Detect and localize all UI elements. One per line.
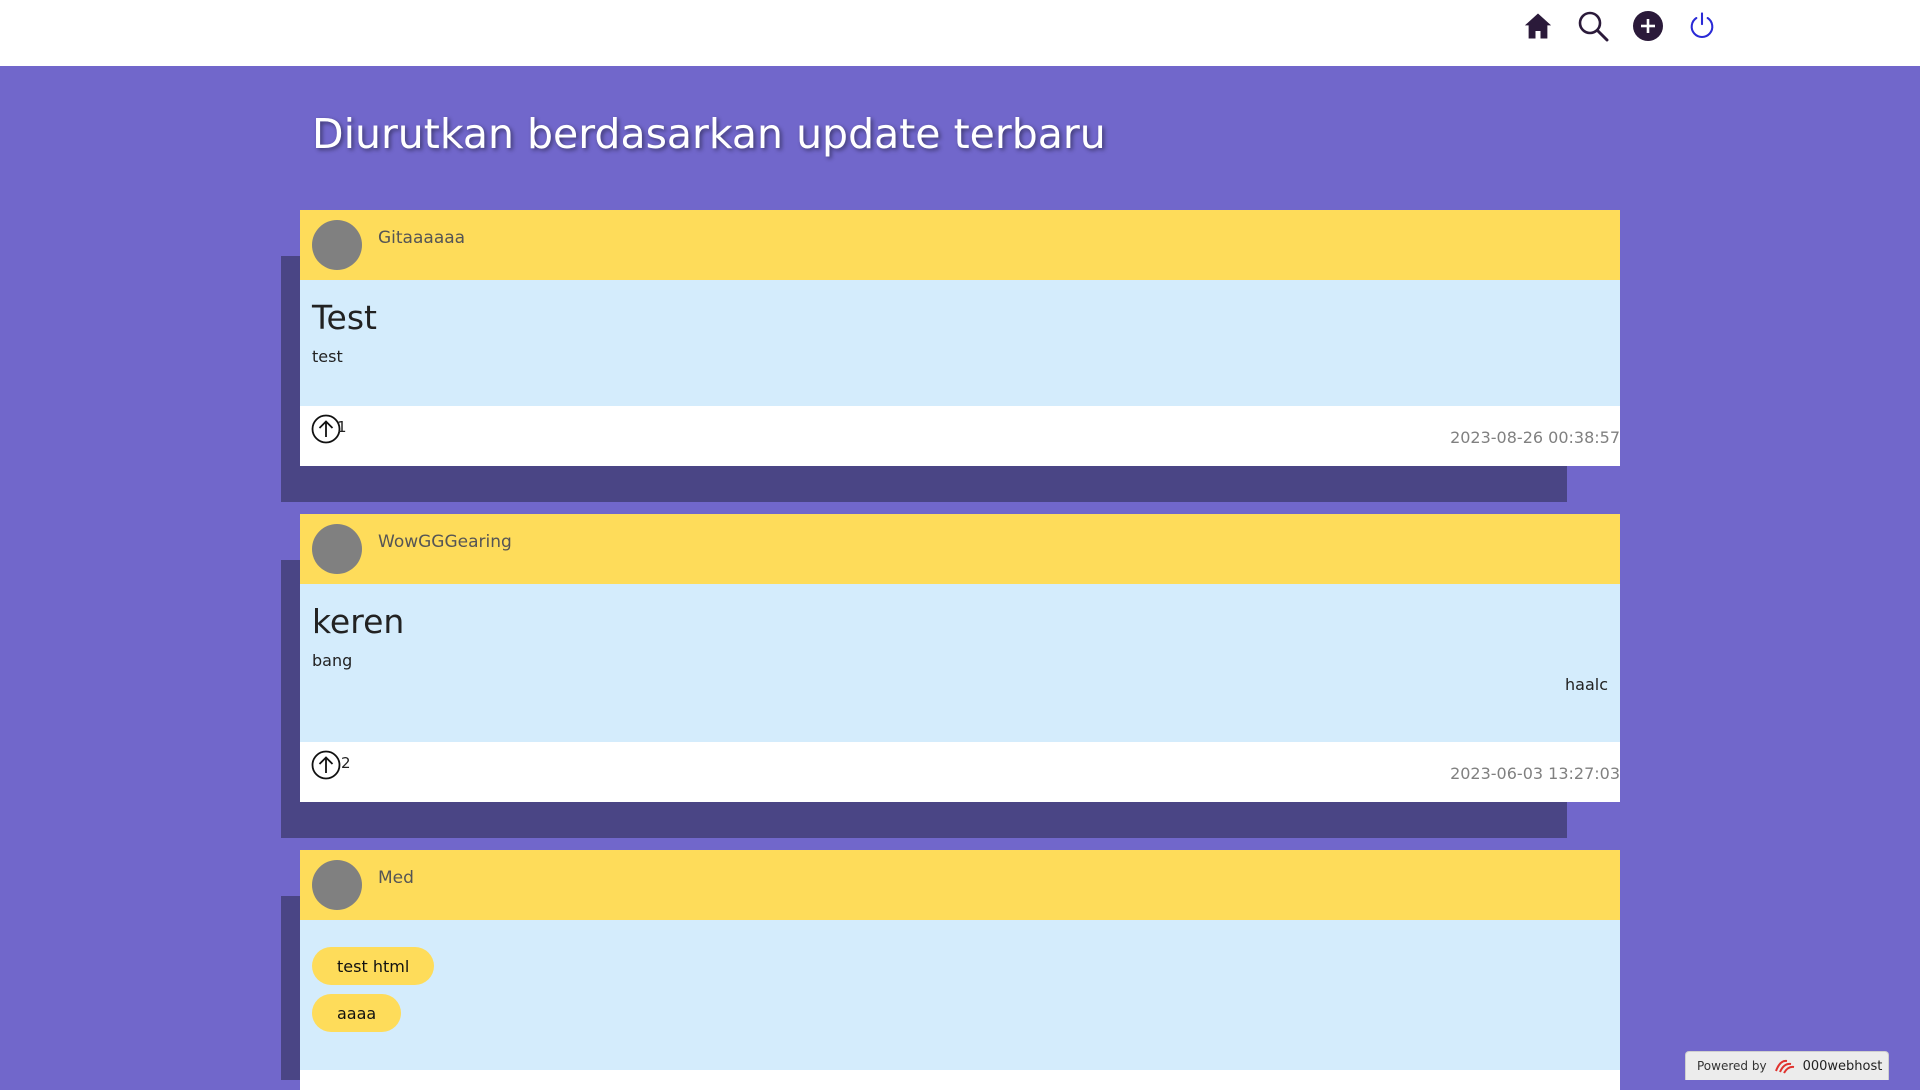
post-content: Gitaaaaaa Test test 1 2023-08-26 00:38:5…: [300, 210, 1620, 466]
tag-pill[interactable]: test html: [312, 947, 435, 985]
home-icon[interactable]: [1522, 10, 1554, 42]
post-timestamp: 2023-08-26 00:38:57: [1450, 428, 1620, 447]
post-footer: 2 2023-06-03 13:27:03: [300, 742, 1620, 802]
powered-by-badge[interactable]: Powered by 000webhost: [1685, 1051, 1889, 1080]
power-icon[interactable]: [1686, 10, 1718, 42]
post-side-text: haalc: [1565, 675, 1608, 694]
post-content: Med test html aaaa: [300, 850, 1620, 1090]
post-text: bang: [312, 651, 353, 670]
top-navbar: [0, 0, 1920, 66]
tag-pill[interactable]: aaaa: [312, 994, 402, 1032]
post-card: WowGGGearing keren bang haalc 2 2023-06-…: [281, 514, 1621, 838]
post-footer: [300, 1070, 1620, 1090]
powered-by-label: Powered by: [1697, 1059, 1767, 1073]
author-name[interactable]: Gitaaaaaa: [378, 228, 465, 248]
page-title: Diurutkan berdasarkan update terbaru: [312, 110, 1106, 158]
add-icon[interactable]: [1632, 10, 1664, 42]
avatar[interactable]: [312, 524, 362, 574]
post-text: test: [312, 347, 343, 366]
avatar[interactable]: [312, 860, 362, 910]
post-body[interactable]: test html aaaa: [300, 920, 1620, 1070]
post-title: keren: [312, 602, 405, 641]
post-header: WowGGGearing: [300, 514, 1620, 584]
post-body[interactable]: Test test: [300, 280, 1620, 406]
post-content: WowGGGearing keren bang haalc 2 2023-06-…: [300, 514, 1620, 802]
post-header: Gitaaaaaa: [300, 210, 1620, 280]
powered-by-brand: 000webhost: [1802, 1058, 1883, 1074]
webhost-logo-icon: [1774, 1059, 1794, 1074]
search-icon[interactable]: [1577, 10, 1609, 42]
post-card: Med test html aaaa: [281, 850, 1621, 1090]
post-footer: 1 2023-08-26 00:38:57: [300, 406, 1620, 466]
author-name[interactable]: Med: [378, 868, 414, 888]
upvote-icon[interactable]: [311, 750, 341, 780]
author-name[interactable]: WowGGGearing: [378, 532, 512, 552]
post-title: Test: [312, 298, 377, 337]
vote-count: 1: [337, 418, 347, 436]
avatar[interactable]: [312, 220, 362, 270]
vote-count: 2: [341, 754, 351, 772]
post-card: Gitaaaaaa Test test 1 2023-08-26 00:38:5…: [281, 210, 1621, 502]
post-header: Med: [300, 850, 1620, 920]
post-body[interactable]: keren bang haalc: [300, 584, 1620, 742]
post-timestamp: 2023-06-03 13:27:03: [1450, 764, 1620, 783]
